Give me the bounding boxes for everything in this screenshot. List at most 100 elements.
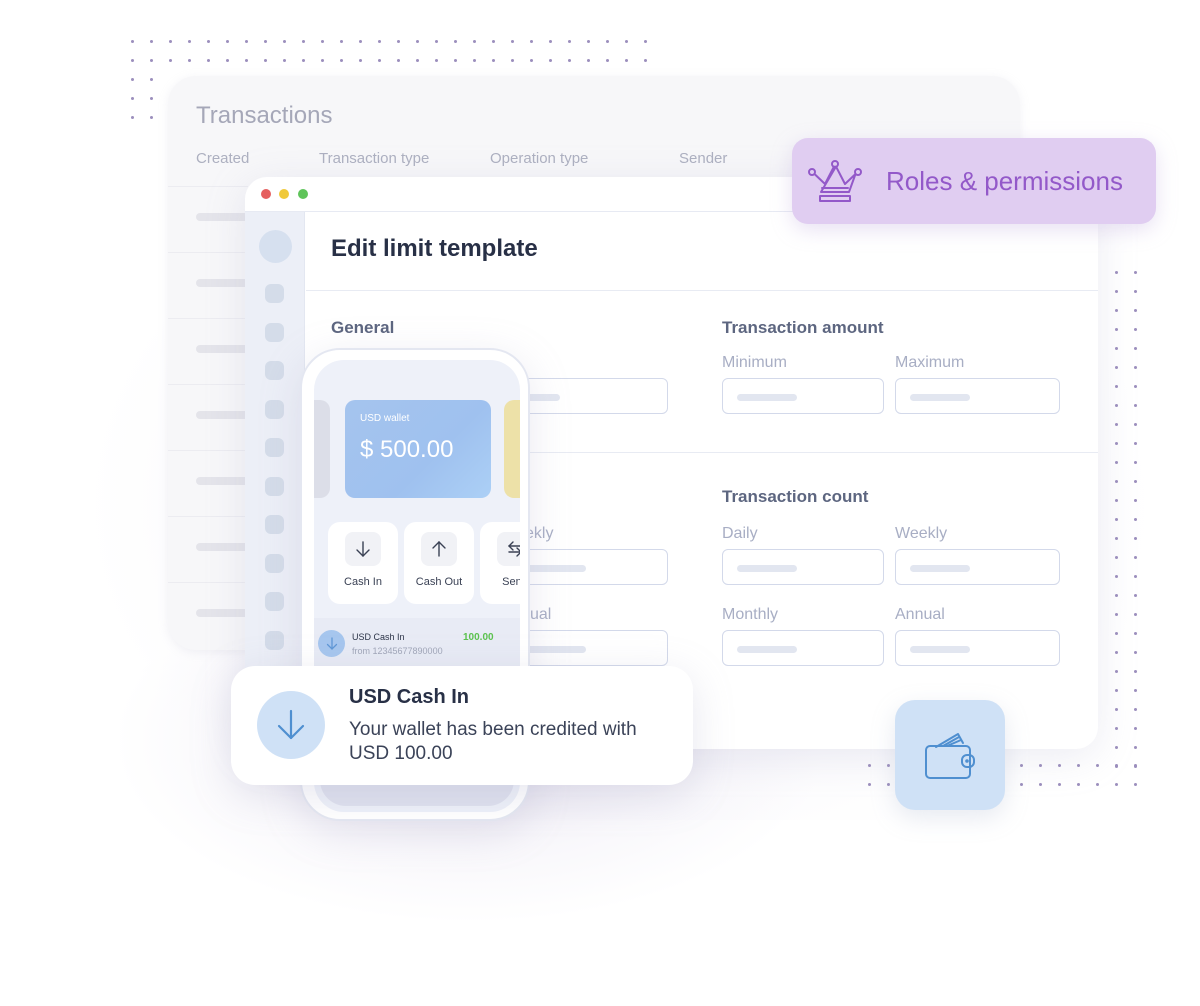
column-header-operation-type[interactable]: Operation type bbox=[490, 150, 588, 167]
decorative-dot bbox=[340, 40, 343, 43]
daily-count-input[interactable] bbox=[722, 549, 884, 585]
decorative-dot bbox=[1134, 632, 1137, 635]
send-button[interactable]: Send bbox=[480, 522, 520, 604]
table-row[interactable] bbox=[168, 384, 256, 450]
minimize-window-dot[interactable] bbox=[279, 189, 289, 199]
sidebar-item[interactable] bbox=[265, 630, 284, 650]
decorative-dot bbox=[1134, 290, 1137, 293]
decorative-dot bbox=[549, 40, 552, 43]
maximum-amount-input[interactable] bbox=[895, 378, 1060, 414]
sidebar-item[interactable] bbox=[265, 438, 284, 457]
decorative-dot bbox=[1134, 499, 1137, 502]
decorative-dot bbox=[1039, 764, 1042, 767]
sidebar-item[interactable] bbox=[265, 515, 284, 534]
table-row[interactable] bbox=[168, 186, 256, 252]
sidebar-item[interactable] bbox=[265, 399, 284, 419]
cash-out-button[interactable]: Cash Out bbox=[404, 522, 474, 604]
decorative-dot bbox=[1115, 594, 1118, 597]
decorative-dot bbox=[226, 40, 229, 43]
wallet-card-previous[interactable] bbox=[314, 400, 330, 498]
monthly-count-input[interactable] bbox=[722, 630, 884, 666]
column-header-transaction-type[interactable]: Transaction type bbox=[319, 150, 429, 167]
decorative-dot bbox=[321, 40, 324, 43]
transactions-title: Transactions bbox=[196, 102, 333, 129]
decorative-dot bbox=[1115, 461, 1118, 464]
sidebar-item[interactable] bbox=[265, 592, 284, 611]
decorative-dot bbox=[359, 40, 362, 43]
decorative-dot bbox=[568, 40, 571, 43]
arrow-down-icon bbox=[318, 630, 345, 657]
decorative-dot bbox=[1115, 328, 1118, 331]
decorative-dot bbox=[492, 59, 495, 62]
decorative-dot bbox=[1134, 385, 1137, 388]
wallet-clasp bbox=[965, 759, 969, 763]
decorative-dot bbox=[625, 59, 628, 62]
table-row[interactable] bbox=[168, 318, 256, 384]
decorative-dot bbox=[188, 59, 191, 62]
decorative-dot bbox=[1115, 708, 1118, 711]
decorative-dot bbox=[1134, 556, 1137, 559]
decorative-dot bbox=[887, 764, 890, 767]
decorative-dot bbox=[169, 40, 172, 43]
decorative-dot bbox=[473, 59, 476, 62]
decorative-dot bbox=[1134, 670, 1137, 673]
decorative-dot bbox=[1134, 442, 1137, 445]
notification-title: USD Cash In bbox=[349, 686, 470, 708]
decorative-dot bbox=[1115, 632, 1118, 635]
decorative-dot bbox=[131, 97, 134, 100]
annual-count-input[interactable] bbox=[895, 630, 1060, 666]
decorative-dot bbox=[150, 59, 153, 62]
decorative-dot bbox=[1115, 518, 1118, 521]
decorative-dot bbox=[378, 59, 381, 62]
recent-transaction-item[interactable]: USD Cash In from 12345677890000 100.00 bbox=[314, 618, 520, 668]
decorative-dot bbox=[378, 40, 381, 43]
volume-annual-label: ual bbox=[530, 606, 552, 623]
arrow-down-icon bbox=[345, 532, 381, 566]
table-row[interactable] bbox=[168, 582, 256, 648]
sidebar-item[interactable] bbox=[265, 476, 284, 496]
sidebar-item[interactable] bbox=[265, 553, 284, 573]
weekly-label: Weekly bbox=[895, 525, 948, 542]
sidebar-item[interactable] bbox=[265, 361, 284, 380]
maximize-window-dot[interactable] bbox=[298, 189, 308, 199]
decorative-dot bbox=[606, 59, 609, 62]
decorative-dot bbox=[1134, 347, 1137, 350]
decorative-dot bbox=[587, 40, 590, 43]
column-header-sender[interactable]: Sender bbox=[679, 150, 727, 167]
table-row[interactable] bbox=[168, 252, 256, 318]
column-header-created[interactable]: Created bbox=[196, 150, 249, 167]
weekly-count-input[interactable] bbox=[895, 549, 1060, 585]
decorative-dot bbox=[397, 40, 400, 43]
section-title-transaction-amount: Transaction amount bbox=[722, 318, 884, 337]
decorative-dot bbox=[1115, 537, 1118, 540]
decorative-dot bbox=[1077, 783, 1080, 786]
decorative-dot bbox=[1134, 764, 1137, 767]
send-label: Send bbox=[502, 576, 520, 588]
sidebar-item[interactable] bbox=[265, 322, 284, 342]
wallet-card-next[interactable] bbox=[504, 400, 520, 498]
decorative-dot bbox=[131, 116, 134, 119]
minimum-amount-input[interactable] bbox=[722, 378, 884, 414]
sidebar-avatar[interactable] bbox=[259, 230, 292, 263]
sidebar-item[interactable] bbox=[265, 284, 284, 303]
wallet-card-usd[interactable]: USD wallet $ 500.00 bbox=[345, 400, 491, 498]
table-row[interactable] bbox=[168, 516, 256, 582]
decorative-dot bbox=[1115, 309, 1118, 312]
table-row[interactable] bbox=[168, 450, 256, 516]
arrow-down-icon bbox=[257, 691, 325, 759]
roles-permissions-badge[interactable]: Roles & permissions bbox=[792, 138, 1156, 224]
decorative-dot bbox=[1134, 461, 1137, 464]
decorative-dot bbox=[473, 40, 476, 43]
decorative-dot bbox=[283, 59, 286, 62]
decorative-dot bbox=[1134, 423, 1137, 426]
decorative-dot bbox=[1115, 290, 1118, 293]
close-window-dot[interactable] bbox=[261, 189, 271, 199]
decorative-dot bbox=[644, 40, 647, 43]
wallet-tile[interactable] bbox=[895, 700, 1005, 810]
monthly-label: Monthly bbox=[722, 606, 779, 623]
cash-in-button[interactable]: Cash In bbox=[328, 522, 398, 604]
cash-in-notification[interactable]: USD Cash In Your wallet has been credite… bbox=[231, 666, 693, 785]
decorative-dot bbox=[1115, 670, 1118, 673]
decorative-dot bbox=[283, 40, 286, 43]
recent-transaction-amount: 100.00 bbox=[463, 632, 494, 643]
